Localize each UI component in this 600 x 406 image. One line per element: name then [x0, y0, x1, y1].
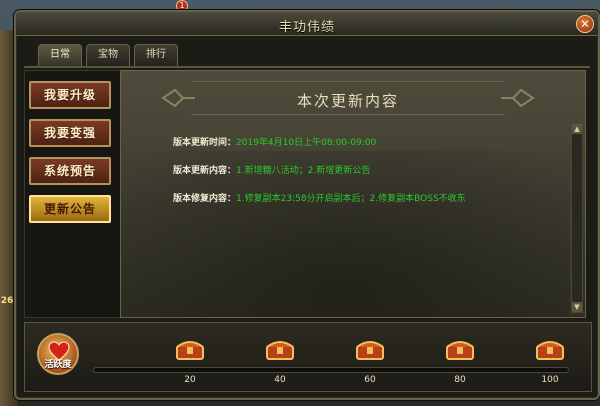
treasure-chest-icon — [536, 341, 564, 360]
update-content-row: 版本更新内容：1.新增糖八活动；2.新增更新公告 — [173, 163, 370, 176]
milestone-label: 60 — [364, 375, 376, 385]
activity-label: 活跃度 — [44, 360, 72, 370]
content-header: 本次更新内容 — [161, 81, 535, 115]
treasure-chest-icon — [446, 341, 474, 360]
fix-content-row: 版本修复内容：1.修复副本23:58分开启副本后；2.修复副本BOSS不收东 — [173, 191, 466, 204]
tab-treasure[interactable]: 宝物 — [86, 44, 130, 66]
sidebar-item-level-up[interactable]: 我要升级 — [29, 81, 111, 109]
window-titlebar: 丰功伟绩 ✕ — [16, 12, 598, 36]
milestone-label: 80 — [454, 375, 466, 385]
update-content-label: 版本更新内容： — [173, 166, 237, 176]
content-scrollbar[interactable]: ▲ ▼ — [571, 123, 583, 313]
treasure-chest-icon — [356, 341, 384, 360]
content-title: 本次更新内容 — [296, 92, 399, 110]
achievements-window: 丰功伟绩 ✕ 日常 宝物 排行 我要升级 我要变强 系统预告 更新公告 本次更新… — [14, 10, 600, 400]
tab-bar: 日常 宝物 排行 — [38, 44, 178, 66]
update-time-value: 2019年4月10日上午08:00-09:00 — [236, 138, 377, 148]
reward-chest-40[interactable] — [265, 337, 295, 361]
window-title: 丰功伟绩 — [278, 20, 335, 35]
fix-content-label: 版本修复内容： — [173, 194, 237, 204]
reward-chest-20[interactable] — [175, 337, 205, 361]
close-icon[interactable]: ✕ — [576, 15, 594, 33]
scroll-down-icon[interactable]: ▼ — [572, 302, 582, 312]
hud-side-number: 26 — [0, 296, 14, 306]
update-content-value: 1.新增糖八活动；2.新增更新公告 — [236, 166, 371, 176]
ornament-right-icon — [501, 88, 535, 108]
reward-chest-80[interactable] — [445, 337, 475, 361]
sidebar: 我要升级 我要变强 系统预告 更新公告 — [24, 70, 122, 318]
milestone-label: 40 — [274, 375, 286, 385]
milestone-label: 20 — [184, 375, 196, 385]
scroll-up-icon[interactable]: ▲ — [572, 124, 582, 134]
tab-ranking[interactable]: 排行 — [134, 44, 178, 66]
content-panel: 本次更新内容 版本更新时间：2019年4月10日上午08:00-09:00 版本… — [120, 70, 586, 318]
fix-content-value: 1.修复副本23:58分开启副本后；2.修复副本BOSS不收东 — [236, 194, 466, 204]
activity-progress-bar — [93, 367, 569, 373]
reward-chest-60[interactable] — [355, 337, 385, 361]
tab-divider — [24, 66, 590, 68]
sidebar-item-system-preview[interactable]: 系统预告 — [29, 157, 111, 185]
sidebar-item-update-notice[interactable]: 更新公告 — [29, 195, 111, 223]
sidebar-item-get-stronger[interactable]: 我要变强 — [29, 119, 111, 147]
tab-daily[interactable]: 日常 — [38, 44, 82, 66]
update-time-row: 版本更新时间：2019年4月10日上午08:00-09:00 — [173, 135, 376, 148]
reward-chest-100[interactable] — [535, 337, 565, 361]
treasure-chest-icon — [176, 341, 204, 360]
activity-panel: 活跃度 20 40 60 80 100 — [24, 322, 592, 392]
activity-heart-button[interactable]: 活跃度 — [37, 333, 79, 375]
treasure-chest-icon — [266, 341, 294, 360]
milestone-label: 100 — [541, 375, 559, 385]
update-time-label: 版本更新时间： — [173, 138, 237, 148]
